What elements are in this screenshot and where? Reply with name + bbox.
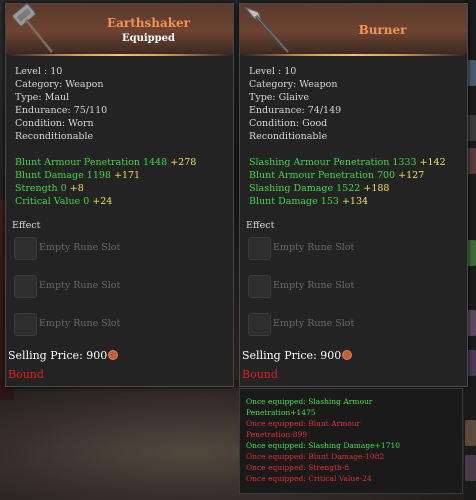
item-endurance: Endurance: 74/149: [249, 105, 342, 116]
stat-line: Blunt Armour Penetration 1448 +278: [15, 157, 196, 168]
item-category: Category: Weapon: [249, 79, 338, 90]
comparison-line: Penetration+1475: [246, 408, 316, 417]
item-level: Level : 10: [15, 66, 63, 77]
stat-bonus: +278: [170, 157, 197, 168]
stat-line: Blunt Damage 153 +134: [249, 196, 368, 207]
item-condition: Condition: Worn: [15, 118, 94, 129]
effect-label: Effect: [246, 220, 275, 231]
comparison-line: Once equipped: Strength-8: [246, 463, 350, 472]
stat-bonus: +24: [92, 196, 113, 207]
rune-slot[interactable]: [14, 313, 37, 336]
stat-bonus: +8: [69, 183, 84, 194]
bound-label: Bound: [8, 368, 44, 381]
rune-slot[interactable]: [248, 237, 271, 260]
side-slot-icon[interactable]: [465, 420, 476, 446]
rune-slot[interactable]: [14, 275, 37, 298]
item-tooltip-equipped: Earthshaker Equipped Level : 10 Category…: [5, 3, 234, 387]
stat-line: Strength 0 +8: [15, 183, 84, 194]
comparison-line: Once equipped: Slashing Damage+1710: [246, 441, 401, 450]
comparison-line: Once equipped: Critical Value-24: [246, 474, 372, 483]
effect-label: Effect: [12, 220, 41, 231]
rune-slot-label: Empty Rune Slot: [39, 280, 121, 291]
comparison-line: Once equipped: Blunt Armour: [246, 419, 361, 428]
rune-slot[interactable]: [14, 237, 37, 260]
rune-slot-label: Empty Rune Slot: [273, 318, 355, 329]
coin-icon: [342, 350, 353, 360]
stat-bonus: +127: [398, 170, 425, 181]
coin-icon: [108, 350, 119, 360]
stat-name: Slashing Damage 1522: [249, 183, 361, 194]
selling-price-text: Selling Price: 900: [242, 349, 342, 362]
stat-name: Blunt Armour Penetration 700: [249, 170, 396, 181]
maul-icon: [12, 4, 54, 53]
rune-slot-label: Empty Rune Slot: [39, 318, 121, 329]
rune-slot-label: Empty Rune Slot: [273, 242, 355, 253]
item-name: Earthshaker: [106, 16, 191, 30]
rune-slot[interactable]: [248, 275, 271, 298]
item-tooltip-compare: Burner Level : 10 Category: Weapon Type:…: [239, 3, 468, 387]
selling-price: Selling Price: 900: [8, 349, 119, 362]
stat-bonus: +188: [363, 183, 390, 194]
comparison-line: Once equipped: Slashing Armour: [246, 397, 373, 406]
side-slot-icon[interactable]: [465, 455, 476, 481]
stat-name: Critical Value 0: [15, 196, 90, 207]
stat-bonus: +171: [113, 170, 141, 181]
item-endurance: Endurance: 75/110: [15, 105, 108, 116]
item-name: Burner: [358, 23, 407, 37]
stat-name: Strength 0: [15, 183, 67, 194]
item-type: Type: Maul: [15, 92, 70, 103]
stat-line: Blunt Damage 1198 +171: [15, 170, 140, 181]
stat-line: Blunt Armour Penetration 700 +127: [249, 170, 424, 181]
selling-price-text: Selling Price: 900: [8, 349, 108, 362]
glaive-icon: [244, 6, 290, 53]
comparison-line: Once equipped: Blunt Damage-1082: [246, 452, 385, 461]
rune-slot[interactable]: [248, 313, 271, 336]
stat-name: Blunt Armour Penetration 1448: [15, 157, 168, 168]
item-condition: Condition: Good: [249, 118, 328, 129]
item-level: Level : 10: [249, 66, 297, 77]
stat-line: Critical Value 0 +24: [15, 196, 112, 207]
stat-name: Blunt Damage 1198: [15, 170, 111, 181]
comparison-panel: Once equipped: Slashing Armour Penetrati…: [239, 388, 463, 494]
stat-line: Slashing Damage 1522 +188: [249, 183, 389, 194]
rune-slot-label: Empty Rune Slot: [39, 242, 121, 253]
rune-slot-label: Empty Rune Slot: [273, 280, 355, 291]
item-reconditionable: Reconditionable: [15, 131, 94, 142]
stat-bonus: +134: [341, 196, 369, 207]
stat-name: Blunt Damage 153: [249, 196, 339, 207]
item-reconditionable: Reconditionable: [249, 131, 328, 142]
item-type: Type: Glaive: [249, 92, 309, 103]
item-category: Category: Weapon: [15, 79, 104, 90]
stat-name: Slashing Armour Penetration 1333: [249, 157, 417, 168]
stat-bonus: +142: [419, 157, 446, 168]
stat-line: Slashing Armour Penetration 1333 +142: [249, 157, 446, 168]
selling-price: Selling Price: 900: [242, 349, 353, 362]
comparison-line: Penetration-899: [246, 430, 308, 439]
equipped-label: Equipped: [121, 33, 176, 44]
bound-label: Bound: [242, 368, 278, 381]
